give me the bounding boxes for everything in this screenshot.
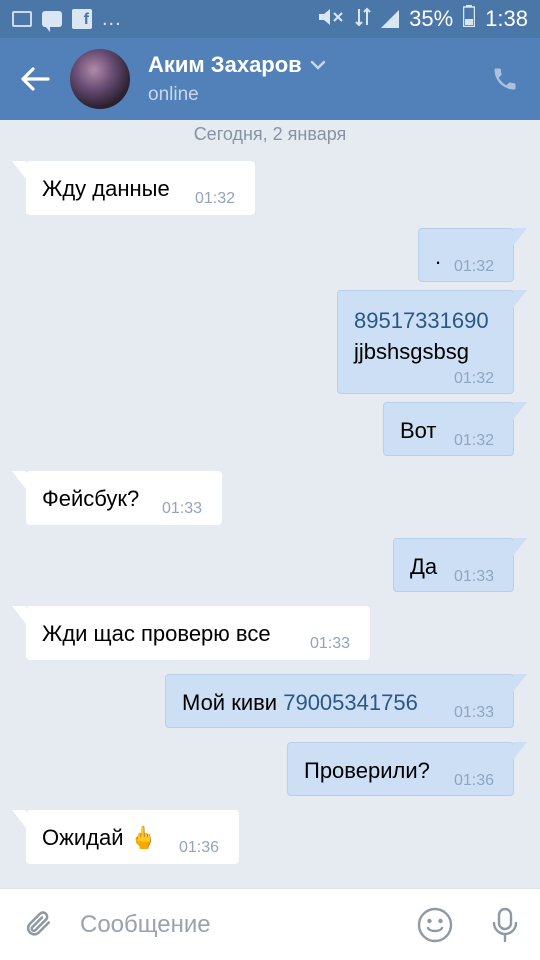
gallery-notification-icon — [12, 11, 32, 27]
smiley-icon — [417, 907, 453, 942]
message-text: Проверили? — [304, 758, 430, 783]
message-text: Да — [410, 554, 438, 579]
message-time: 01:32 — [454, 432, 495, 449]
phone-number-link[interactable]: 79005341756 — [283, 690, 418, 715]
message-text: . — [435, 244, 442, 269]
emoji: 🖕 — [129, 826, 158, 851]
message-text: Вот — [400, 418, 437, 443]
message-text: Фейсбук? — [42, 486, 140, 511]
message-text-line: Мой киви 79005341756 — [182, 690, 418, 716]
message-text-line: Ожидай 🖕 — [42, 825, 157, 851]
data-transfer-icon — [355, 7, 371, 32]
date-separator: Сегодня, 2 января — [193, 124, 347, 144]
message-time: 01:33 — [454, 704, 495, 721]
message-time: 01:36 — [179, 839, 220, 856]
contact-name: Аким Захаров — [148, 52, 302, 77]
chat-header: Аким Захаров online — [0, 38, 540, 120]
message-incoming[interactable]: Жду данные 01:32 — [12, 161, 255, 215]
message-text: Мой киви — [182, 690, 284, 715]
message-notification-icon — [42, 11, 62, 32]
phone-icon — [494, 68, 516, 90]
battery-percentage: 35% — [409, 6, 454, 31]
clock: 1:38 — [485, 6, 528, 31]
message-time: 01:33 — [310, 635, 351, 652]
phone-number-link[interactable]: 89517331690 — [354, 308, 489, 334]
message-incoming[interactable]: Фейсбук? 01:33 — [12, 471, 222, 525]
message-time: 01:33 — [162, 500, 203, 517]
mute-icon — [317, 7, 345, 32]
message-time: 01:33 — [454, 568, 495, 585]
message-composer — [0, 888, 540, 960]
message-text: Жди щас проверю все — [42, 621, 271, 646]
more-notifications-indicator: ... — [102, 7, 122, 30]
paperclip-icon — [26, 910, 50, 936]
message-time: 01:32 — [195, 190, 236, 207]
message-list[interactable]: Сегодня, 2 января Жду данные 01:32 . 01:… — [0, 120, 540, 888]
chevron-down-icon — [310, 60, 325, 70]
message-text: Жду данные — [42, 176, 170, 201]
back-button[interactable] — [0, 38, 70, 120]
microphone-icon — [492, 907, 518, 942]
message-outgoing[interactable]: . 01:32 — [418, 228, 527, 282]
contact-info[interactable]: Аким Захаров online — [148, 52, 326, 106]
message-text: Ожидай — [42, 825, 124, 850]
message-incoming[interactable]: Жди щас проверю все 01:33 — [12, 606, 370, 660]
back-arrow-icon — [21, 67, 50, 91]
message-outgoing[interactable]: Мой киви 79005341756 01:33 — [165, 674, 527, 728]
message-outgoing[interactable]: Проверили? 01:36 — [287, 742, 527, 796]
call-button[interactable] — [470, 38, 540, 120]
message-outgoing[interactable]: 89517331690 jjbshsgsbsg 01:32 — [337, 290, 527, 394]
avatar[interactable] — [70, 49, 130, 109]
emoji-button[interactable] — [400, 907, 470, 943]
message-time: 01:32 — [454, 370, 495, 387]
message-time: 01:36 — [454, 772, 495, 789]
voice-message-button[interactable] — [470, 907, 540, 943]
message-time: 01:32 — [454, 258, 495, 275]
attach-button[interactable] — [0, 908, 80, 942]
status-bar: f ... 35% 1:38 — [0, 0, 540, 38]
facebook-notification-icon: f — [72, 9, 92, 29]
message-incoming[interactable]: Ожидай 🖕 01:36 — [12, 810, 239, 864]
message-outgoing[interactable]: Да 01:33 — [393, 538, 527, 592]
battery-icon — [462, 5, 476, 33]
contact-status: online — [148, 84, 199, 105]
message-text: jjbshsgsbsg — [354, 339, 469, 364]
message-outgoing[interactable]: Вот 01:32 — [383, 402, 527, 456]
message-input[interactable] — [80, 910, 400, 939]
signal-icon — [381, 10, 400, 28]
